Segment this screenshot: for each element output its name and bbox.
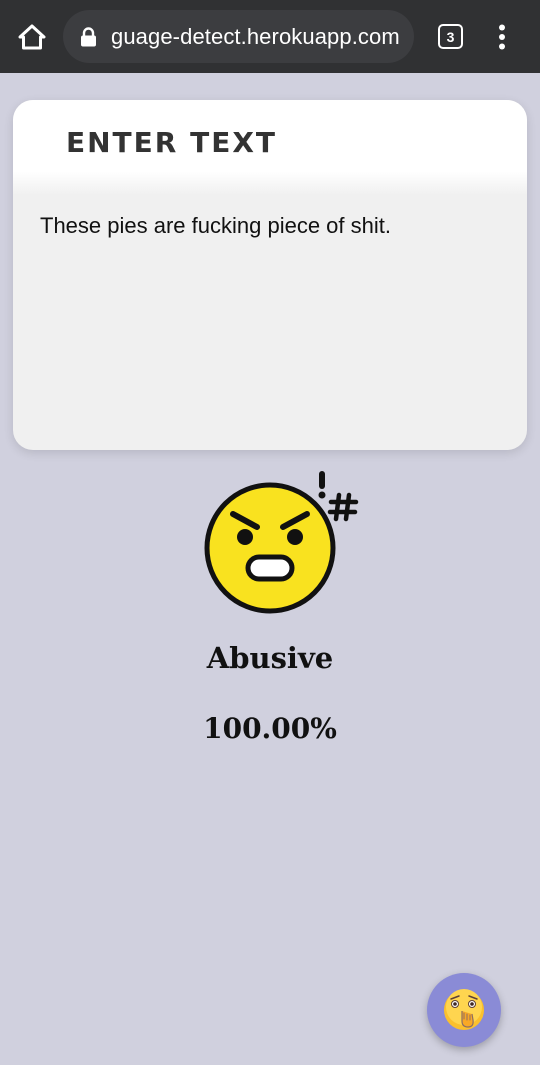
text-input-card: ENTER TEXT These pies are fucking piece … (13, 100, 527, 450)
angry-face-icon (204, 471, 359, 614)
tab-switcher-button[interactable]: 3 (438, 24, 463, 49)
card-title: ENTER TEXT (66, 126, 278, 159)
text-input[interactable]: These pies are fucking piece of shit. (40, 212, 500, 412)
result-emoji (200, 466, 365, 621)
url-text: guage-detect.herokuapp.com (111, 23, 400, 49)
result-score: 100.00% (203, 712, 337, 745)
more-vert-icon (499, 24, 505, 50)
address-bar[interactable]: guage-detect.herokuapp.com (63, 10, 414, 63)
home-button[interactable] (12, 17, 52, 57)
card-header: ENTER TEXT (13, 100, 527, 195)
browser-menu-button[interactable] (490, 22, 514, 52)
floating-action-button[interactable] (427, 973, 501, 1047)
shushing-face-icon (444, 989, 484, 1030)
lock-icon (80, 26, 97, 47)
browser-toolbar: guage-detect.herokuapp.com 3 (0, 0, 540, 73)
result-label: Abusive (206, 641, 334, 675)
home-icon (18, 24, 46, 50)
